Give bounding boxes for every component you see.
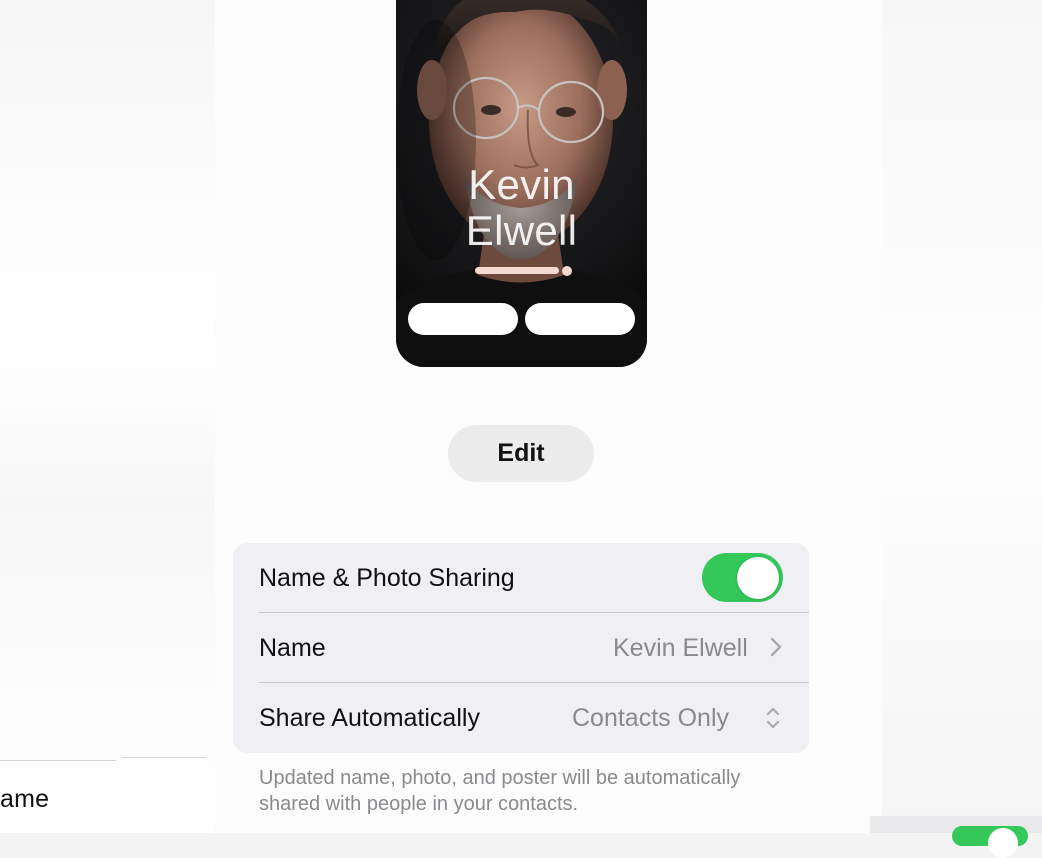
poster-first-name: Kevin — [468, 161, 575, 208]
name-photo-sharing-toggle[interactable] — [702, 553, 783, 602]
poster-bar-indicator — [562, 266, 572, 276]
background-left-panel — [0, 0, 215, 833]
contact-poster: Kevin Elwell — [396, 0, 647, 367]
background-right-panel — [882, 0, 1042, 833]
name-label: Name — [259, 634, 326, 662]
background-divider — [122, 757, 206, 758]
share-automatically-value: Contacts Only — [572, 704, 730, 732]
share-automatically-row[interactable]: Share Automatically Contacts Only — [233, 683, 809, 753]
name-row[interactable]: Name Kevin Elwell — [233, 613, 809, 683]
background-divider — [0, 760, 116, 761]
share-automatically-label: Share Automatically — [259, 704, 480, 732]
sharing-footer-note: Updated name, photo, and poster will be … — [259, 767, 741, 815]
poster-contact-name: Kevin Elwell — [396, 162, 647, 254]
toggle-knob — [737, 557, 779, 599]
up-down-chevron-icon — [766, 707, 780, 729]
chevron-right-icon — [770, 637, 782, 657]
poster-pronunciation-bar — [475, 267, 559, 274]
sharing-settings-group: Name & Photo Sharing Name Kevin Elwell S… — [233, 543, 809, 753]
name-value: Kevin Elwell — [613, 634, 748, 662]
name-photo-sharing-label: Name & Photo Sharing — [259, 564, 515, 592]
poster-action-button-right — [525, 303, 635, 335]
background-partial-label: ame — [0, 785, 50, 813]
poster-last-name: Elwell — [465, 207, 578, 254]
name-photo-sharing-row: Name & Photo Sharing — [233, 543, 809, 613]
edit-button[interactable]: Edit — [448, 425, 594, 482]
background-toggle — [952, 826, 1028, 858]
poster-action-button-left — [408, 303, 518, 335]
